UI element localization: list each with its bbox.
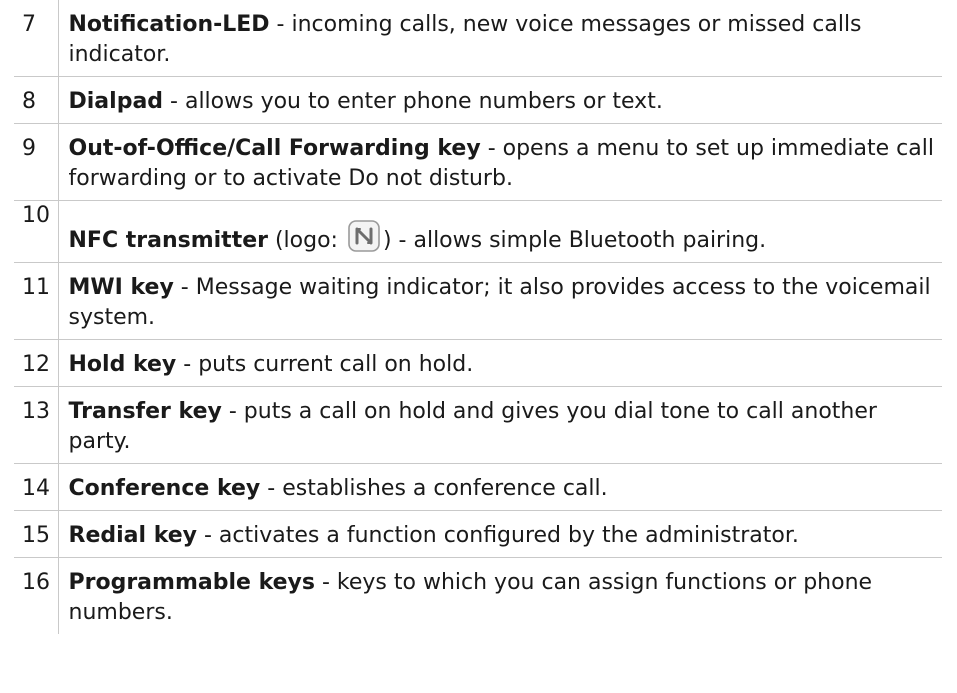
row-term: Out-of-Office/Call Forwarding key — [68, 136, 481, 161]
row-term: Transfer key — [68, 399, 222, 424]
row-number: 10 — [14, 200, 59, 263]
row-term: Conference key — [68, 476, 261, 501]
row-number: 16 — [14, 557, 59, 634]
row-term: Programmable keys — [68, 570, 316, 595]
row-number: 9 — [14, 123, 59, 201]
table-row: 8 Dialpad - allows you to enter phone nu… — [14, 76, 942, 124]
row-term: MWI key — [68, 275, 174, 300]
table-row: 7 Notification-LED - incoming calls, new… — [14, 0, 942, 77]
row-description: Programmable keys - keys to which you ca… — [58, 558, 942, 635]
table-row: 15 Redial key - activates a function con… — [14, 510, 942, 558]
row-term: Redial key — [68, 523, 198, 548]
row-number: 13 — [14, 386, 59, 464]
table-row: 12 Hold key - puts current call on hold. — [14, 339, 942, 387]
row-description: NFC transmitter (logo: ) - allows simple… — [58, 200, 942, 263]
row-text: - activates a function configured by the… — [197, 523, 799, 548]
nfc-logo-icon — [348, 220, 380, 252]
row-text-post: ) - allows simple Bluetooth pairing. — [382, 228, 767, 253]
table-row: 13 Transfer key - puts a call on hold an… — [14, 386, 942, 464]
row-number: 15 — [14, 510, 59, 558]
row-number: 14 — [14, 463, 59, 511]
row-description: Redial key - activates a function config… — [58, 510, 942, 558]
row-description: Out-of-Office/Call Forwarding key - open… — [58, 123, 942, 201]
row-text: - allows you to enter phone numbers or t… — [163, 89, 663, 114]
key-description-table: 7 Notification-LED - incoming calls, new… — [14, 0, 942, 634]
row-description: Hold key - puts current call on hold. — [58, 339, 942, 387]
row-text: - puts current call on hold. — [176, 352, 474, 377]
row-description: Conference key - establishes a conferenc… — [58, 463, 942, 511]
row-description: Transfer key - puts a call on hold and g… — [58, 386, 942, 464]
table-row: 16 Programmable keys - keys to which you… — [14, 557, 942, 635]
table-row: 9 Out-of-Office/Call Forwarding key - op… — [14, 123, 942, 201]
row-term: NFC transmitter — [68, 228, 268, 253]
table-row: 11 MWI key - Message waiting indicator; … — [14, 262, 942, 340]
row-text-pre: (logo: — [267, 228, 345, 253]
row-number: 12 — [14, 339, 59, 387]
row-number: 11 — [14, 262, 59, 340]
row-number: 7 — [14, 0, 59, 77]
table-row: 10 NFC transmitter (logo: ) - allows sim… — [14, 200, 942, 263]
row-term: Notification-LED — [68, 12, 270, 37]
row-number: 8 — [14, 76, 59, 124]
row-description: Notification-LED - incoming calls, new v… — [58, 0, 942, 77]
row-text: - establishes a conference call. — [260, 476, 608, 501]
table-row: 14 Conference key - establishes a confer… — [14, 463, 942, 511]
row-text: - Message waiting indicator; it also pro… — [68, 275, 931, 330]
row-term: Hold key — [68, 352, 177, 377]
row-description: MWI key - Message waiting indicator; it … — [58, 262, 942, 340]
row-description: Dialpad - allows you to enter phone numb… — [58, 76, 942, 124]
row-term: Dialpad — [68, 89, 164, 114]
